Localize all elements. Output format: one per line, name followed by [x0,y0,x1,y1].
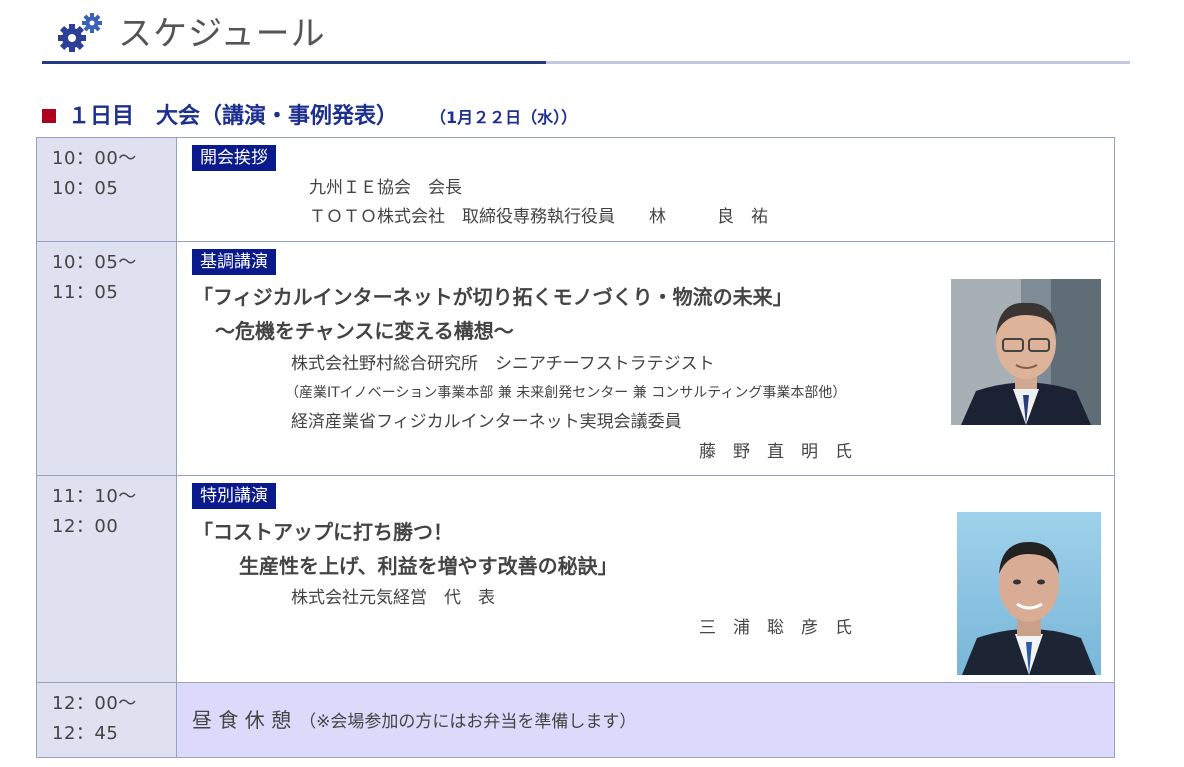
title-underline-light [546,61,1130,64]
time-end: 11：05 [52,282,119,303]
content-cell: 昼 食 休 憩 （※会場参加の方にはお弁当を準備します） [176,682,1115,758]
time-end: 12：00 [52,516,119,537]
time-start: 10：05～ [52,252,137,273]
speaker-line: ＴＯＴＯ株式会社 取締役専務執行役員 林 良 祐 [309,207,768,227]
time-start: 11：10～ [52,486,137,507]
speaker-line: 九州ＩＥ協会 会長 [309,178,462,198]
content-cell: 特別講演 「コストアップに打ち勝つ！ 生産性を上げ、利益を増やす改善の秘訣」 株… [176,475,1115,683]
lunch-label: 昼 食 休 憩 [192,708,292,732]
day-heading: １日目 大会（講演・事例発表） （1月２２日（水）） [42,98,577,132]
content-cell: 開会挨拶 九州ＩＥ協会 会長 ＴＯＴＯ株式会社 取締役専務執行役員 林 良 祐 [176,137,1115,242]
speaker-photo [957,512,1101,675]
bullet-square-icon [42,108,56,123]
session-badge: 基調講演 [192,249,276,275]
content-cell: 基調講演 「フィジカルインターネットが切り拓くモノづくり・物流の未来」 ～危機を… [176,241,1115,476]
time-start: 10：00～ [52,148,137,169]
schedule-table: 10：00～ 10：05 開会挨拶 九州ＩＥ協会 会長 ＴＯＴＯ株式会社 取締役… [36,137,1115,758]
session-badge: 特別講演 [192,483,276,509]
speaker-name: 藤 野 直 明 氏 [699,442,852,462]
session-badge: 開会挨拶 [192,145,276,171]
schedule-row: 10：05～ 11：05 基調講演 「フィジカルインターネットが切り拓くモノづく… [36,241,1115,476]
page-title: スケジュール [118,14,326,54]
gear-icon [58,13,102,52]
time-cell: 10：05～ 11：05 [36,241,177,476]
time-cell: 11：10～ 12：00 [36,475,177,683]
schedule-row: 12：00～ 12：45 昼 食 休 憩 （※会場参加の方にはお弁当を準備します） [36,682,1115,758]
page-header: スケジュール [42,0,1130,66]
day-title: １日目 大会（講演・事例発表） [68,104,399,129]
title-underline-dark [42,61,546,64]
day-date: （1月２２日（水）） [438,108,578,127]
schedule-row: 10：00～ 10：05 開会挨拶 九州ＩＥ協会 会長 ＴＯＴＯ株式会社 取締役… [36,137,1115,242]
lunch-note: （※会場参加の方にはお弁当を準備します） [299,712,637,732]
time-start: 12：00～ [52,693,137,714]
time-cell: 12：00～ 12：45 [36,682,177,758]
speaker-photo [951,279,1101,425]
schedule-row: 11：10～ 12：00 特別講演 「コストアップに打ち勝つ！ 生産性を上げ、利… [36,475,1115,683]
time-cell: 10：00～ 10：05 [36,137,177,242]
time-end: 10：05 [52,178,119,199]
time-end: 12：45 [52,723,119,744]
